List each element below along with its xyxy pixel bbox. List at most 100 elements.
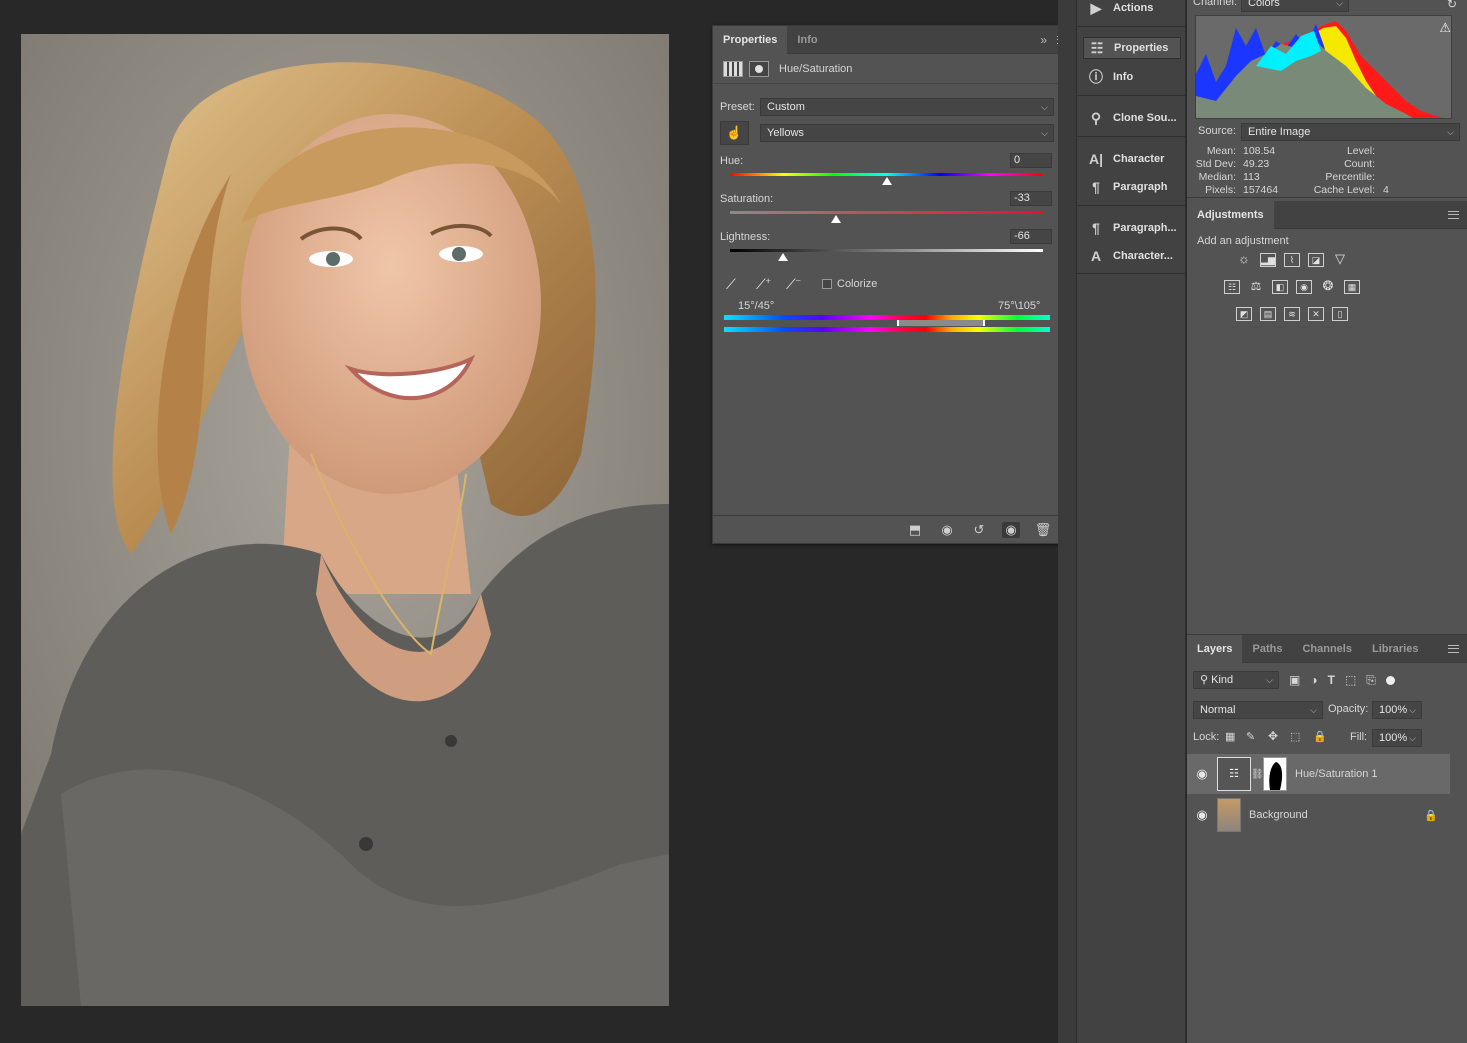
photo-filter-icon[interactable]: ◉ <box>1296 280 1312 294</box>
dock-label: Properties <box>1114 42 1169 54</box>
color-lookup-icon[interactable]: ▦ <box>1344 280 1360 294</box>
dock-item-character[interactable]: A| Character <box>1083 148 1181 170</box>
exposure-icon[interactable]: ◪ <box>1308 253 1324 267</box>
fill-input[interactable]: 100% ⌵ <box>1372 729 1422 747</box>
source-value: Entire Image <box>1248 126 1311 138</box>
properties-icon: ☷ <box>1090 39 1104 56</box>
brightness-contrast-icon[interactable]: ☼ <box>1236 252 1252 267</box>
colorize-checkbox[interactable]: Colorize <box>822 278 877 290</box>
eyedropper-add-icon[interactable]: ⟋⁺ <box>756 276 776 296</box>
eyedropper-icon[interactable]: ⟋ <box>726 276 746 296</box>
range-selector[interactable] <box>897 320 985 326</box>
percentile-label: Percentile: <box>1325 171 1375 183</box>
view-previous-icon[interactable]: ◉ <box>938 522 956 538</box>
clip-to-layer-icon[interactable]: ⬒ <box>906 522 924 538</box>
dock-gutter <box>1058 0 1076 1043</box>
dock-item-clone-source[interactable]: ⚲ Clone Sou... <box>1083 107 1181 129</box>
source-dropdown[interactable]: Entire Image ⌵ <box>1241 123 1460 141</box>
visibility-eye-icon[interactable]: ◉ <box>1187 766 1217 782</box>
preset-dropdown[interactable]: Custom ⌵ <box>760 98 1054 116</box>
black-white-icon[interactable]: ◧ <box>1272 280 1288 294</box>
refresh-icon[interactable]: ↻ <box>1447 0 1457 11</box>
selective-color-icon[interactable]: ✕ <box>1308 307 1324 321</box>
layer-name: Hue/Saturation 1 <box>1295 768 1378 780</box>
reset-icon[interactable]: ↺ <box>970 522 988 538</box>
lock-image-icon[interactable]: ✎ <box>1246 730 1255 743</box>
link-icon[interactable]: ⛓ <box>1251 769 1264 780</box>
histogram-channel-dropdown[interactable]: Colors ⌵ <box>1241 0 1349 12</box>
trash-icon[interactable]: 🗑 <box>1034 522 1052 538</box>
cache-level-label: Cache Level: <box>1313 184 1375 196</box>
visibility-eye-icon[interactable]: ◉ <box>1187 807 1217 823</box>
posterize-icon[interactable]: ▤ <box>1260 307 1276 321</box>
lightness-input[interactable]: -66 <box>1010 229 1052 244</box>
blend-mode-dropdown[interactable]: Normal ⌵ <box>1193 701 1323 719</box>
filter-smart-object-icon[interactable]: ⎘ <box>1366 673 1376 688</box>
hue-input[interactable]: 0 <box>1010 153 1052 168</box>
color-balance-icon[interactable]: ⚖ <box>1248 280 1264 294</box>
lock-position-icon[interactable]: ✥ <box>1268 729 1278 743</box>
vibrance-icon[interactable]: ▽ <box>1332 252 1348 267</box>
visibility-eye-icon[interactable]: ◉ <box>1002 521 1020 538</box>
filter-toggle-icon[interactable] <box>1385 675 1395 685</box>
dock-item-actions[interactable]: ▶ Actions <box>1083 0 1181 19</box>
invert-icon[interactable]: ◩ <box>1236 307 1252 321</box>
channel-mixer-icon[interactable]: ❂ <box>1320 279 1336 294</box>
tab-layers[interactable]: Layers <box>1187 635 1243 663</box>
lock-artboard-icon[interactable]: ⬚ <box>1290 730 1300 743</box>
chevron-down-icon: ⌵ <box>1041 102 1048 112</box>
mask-icon[interactable] <box>749 60 769 77</box>
warning-icon[interactable]: ⚠ <box>1439 20 1451 36</box>
tab-libraries[interactable]: Libraries <box>1362 635 1428 663</box>
threshold-icon[interactable]: ≋ <box>1284 307 1300 321</box>
lock-transparent-icon[interactable]: ▦ <box>1225 730 1235 743</box>
level-label: Level: <box>1346 145 1375 157</box>
checkbox[interactable] <box>822 279 832 290</box>
lock-all-icon[interactable]: 🔒 <box>1313 730 1327 743</box>
filter-kind-dropdown[interactable]: ⚲ Kind ⌵ <box>1193 671 1279 689</box>
hue-slider-track[interactable] <box>730 173 1043 176</box>
eyedropper-subtract-icon[interactable]: ⟋⁻ <box>786 276 806 296</box>
curves-icon[interactable]: ⌇ <box>1284 253 1300 267</box>
lightness-slider-thumb[interactable] <box>778 253 789 261</box>
collapse-icon[interactable]: » <box>1040 33 1047 47</box>
right-panel-column: Channel: Colors ⌵ ↻ ⚠ Source: Entire Imag… <box>1187 0 1467 1043</box>
saturation-slider-track[interactable] <box>730 211 1043 214</box>
tab-adjustments[interactable]: Adjustments <box>1187 201 1274 229</box>
layer-mask-thumb[interactable] <box>1263 757 1287 791</box>
levels-icon[interactable]: ▂▆ <box>1260 253 1276 267</box>
gradient-map-icon[interactable]: ▯ <box>1332 307 1348 321</box>
count-label: Count: <box>1344 158 1375 170</box>
channel-value: Yellows <box>767 127 804 139</box>
saturation-slider-thumb[interactable] <box>831 215 842 223</box>
opacity-input[interactable]: 100% ⌵ <box>1372 701 1422 719</box>
dock-item-properties[interactable]: ☷ Properties <box>1083 37 1181 59</box>
channel-dropdown[interactable]: Yellows ⌵ <box>760 124 1054 142</box>
tab-info[interactable]: Info <box>787 26 827 54</box>
dock-item-character-styles[interactable]: A Character... <box>1083 245 1181 267</box>
opacity-label: Opacity: <box>1328 703 1369 715</box>
tab-paths[interactable]: Paths <box>1242 635 1292 663</box>
targeted-adjustment-tool[interactable]: ☝ <box>720 121 749 145</box>
layer-row-hue-saturation[interactable]: ◉ ☷ ⛓ Hue/Saturation 1 <box>1187 754 1450 794</box>
dock-label: Info <box>1113 71 1134 83</box>
character-styles-icon: A <box>1090 248 1102 264</box>
tab-channels[interactable]: Channels <box>1292 635 1362 663</box>
dock-item-info[interactable]: ⓘ Info <box>1083 66 1181 88</box>
saturation-input[interactable]: -33 <box>1010 191 1052 206</box>
dock-item-paragraph[interactable]: ¶ Paragraph <box>1083 176 1181 198</box>
filter-pixel-icon[interactable]: ▣ <box>1289 673 1300 687</box>
lightness-slider-track[interactable] <box>730 249 1043 252</box>
hue-slider-thumb[interactable] <box>881 177 892 185</box>
panel-menu-icon[interactable] <box>1448 211 1459 219</box>
filter-type-icon[interactable]: T <box>1328 673 1335 687</box>
filter-adjustment-icon[interactable]: ◑ <box>1310 673 1317 687</box>
panel-menu-icon[interactable] <box>1448 645 1459 653</box>
hue-saturation-adj-icon[interactable]: ☷ <box>1224 280 1240 294</box>
hue-saturation-icon <box>723 60 743 77</box>
filter-shape-icon[interactable]: ⬚ <box>1345 673 1356 687</box>
dock-item-paragraph-styles[interactable]: ¶ Paragraph... <box>1083 217 1181 239</box>
tab-properties[interactable]: Properties <box>713 25 788 54</box>
layer-row-background[interactable]: ◉ Background 🔒 <box>1187 795 1450 835</box>
chevron-down-icon: ⌵ <box>1041 128 1048 138</box>
